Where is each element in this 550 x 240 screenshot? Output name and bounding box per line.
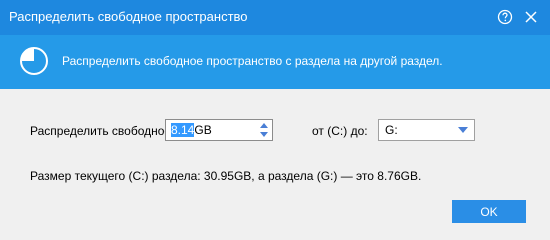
partition-size-info: Размер текущего (C:) раздела: 30.95GB, а… bbox=[30, 169, 422, 183]
target-drive-select[interactable]: G: bbox=[378, 119, 475, 141]
distribute-label: Распределить свободное bbox=[30, 124, 172, 138]
amount-unit: GB bbox=[194, 123, 212, 137]
amount-spinbox[interactable]: 8.14GB bbox=[165, 119, 273, 141]
spinner-arrows bbox=[258, 121, 270, 139]
help-icon bbox=[497, 9, 513, 25]
from-to-label: от (C:) до: bbox=[312, 124, 368, 138]
title-bar: Распределить свободное пространство bbox=[0, 0, 550, 35]
allocate-space-dialog: Распределить свободное пространство Расп… bbox=[0, 0, 550, 240]
close-button[interactable] bbox=[520, 6, 542, 28]
info-banner: Распределить свободное пространство с ра… bbox=[0, 35, 550, 89]
amount-value: 8.14 bbox=[171, 123, 195, 137]
target-drive-value: G: bbox=[385, 123, 398, 137]
ok-button[interactable]: OK bbox=[452, 200, 526, 223]
close-icon bbox=[525, 11, 537, 23]
pie-chart-icon bbox=[20, 47, 48, 75]
chevron-down-icon[interactable] bbox=[458, 127, 468, 133]
amount-field[interactable]: 8.14GB bbox=[171, 123, 212, 137]
window-title: Распределить свободное пространство bbox=[9, 9, 248, 24]
spin-up-icon[interactable] bbox=[260, 123, 268, 128]
banner-text: Распределить свободное пространство с ра… bbox=[62, 54, 443, 68]
spin-down-icon[interactable] bbox=[260, 132, 268, 137]
help-button[interactable] bbox=[494, 6, 516, 28]
